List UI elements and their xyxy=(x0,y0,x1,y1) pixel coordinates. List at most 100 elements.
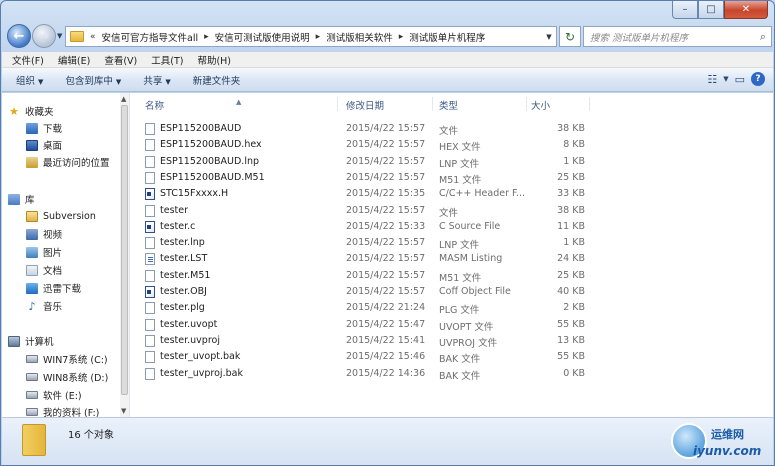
breadcrumb-item[interactable]: 安信可官方指导文件all xyxy=(98,30,203,44)
drive-icon xyxy=(26,355,38,363)
column-divider[interactable] xyxy=(432,97,433,111)
scroll-down-icon[interactable]: ▼ xyxy=(121,407,126,415)
chevron-down-icon: ▼ xyxy=(115,77,122,86)
column-name[interactable]: 名称 xyxy=(145,98,164,112)
file-row[interactable]: tester_uvopt.bak 2015/4/22 15:46 BAK 文件 55 … xyxy=(131,349,773,365)
file-row[interactable]: tester.c 2015/4/22 15:33 C Source File 11 K… xyxy=(131,219,773,235)
file-type: LNP 文件 xyxy=(439,240,480,252)
nav-libraries[interactable]: 库 xyxy=(8,191,35,207)
file-row[interactable]: tester.plg 2015/4/22 21:24 PLG 文件 2 KB xyxy=(131,300,773,316)
column-date[interactable]: 修改日期 xyxy=(346,98,384,112)
file-icon xyxy=(145,139,155,152)
help-icon[interactable]: ? xyxy=(751,72,765,86)
file-row[interactable]: tester.OBJ 2015/4/22 15:57 Coff Object Fil… xyxy=(131,284,773,300)
arrow-right-icon: → xyxy=(38,28,50,44)
breadcrumb-item[interactable]: 安信可测试版使用说明 xyxy=(211,30,314,44)
nav-recent[interactable]: 最近访问的位置 xyxy=(26,154,110,170)
nav-scrollbar[interactable]: ▲ ▼ xyxy=(120,93,129,417)
file-icon xyxy=(145,286,155,298)
menu-tools[interactable]: 工具(T) xyxy=(151,53,183,67)
column-size[interactable]: 大小 xyxy=(531,98,550,112)
chevron-down-icon: ▼ xyxy=(38,77,44,86)
library-icon xyxy=(8,193,20,205)
breadcrumb-item[interactable]: 测试版相关软件 xyxy=(322,30,397,44)
column-divider[interactable] xyxy=(526,97,527,111)
nav-label: 计算机 xyxy=(25,337,54,348)
close-button[interactable]: ✕ xyxy=(724,1,768,19)
refresh-icon: ↻ xyxy=(564,29,576,44)
nav-label: 下载 xyxy=(43,124,63,135)
search-input[interactable]: 搜索 测试版单片机程序 ⌕ xyxy=(583,26,772,47)
file-row[interactable]: tester.lnp 2015/4/22 15:57 LNP 文件 1 KB xyxy=(131,235,773,251)
file-size: 40 KB xyxy=(557,286,585,297)
include-in-library-button[interactable]: 包含到库中 ▼ xyxy=(65,73,121,87)
breadcrumb-separator[interactable]: ▸ xyxy=(202,32,211,42)
file-row[interactable]: STC15Fxxxx.H 2015/4/22 15:35 C/C++ Header … xyxy=(131,186,773,202)
maximize-button[interactable]: □ xyxy=(698,1,724,19)
breadcrumb-separator[interactable]: ▸ xyxy=(397,32,406,42)
address-dropdown-icon[interactable]: ▼ xyxy=(542,33,556,41)
nav-music[interactable]: ♪ 音乐 xyxy=(26,298,62,314)
file-date: 2015/4/22 15:57 xyxy=(346,253,426,265)
file-row[interactable]: tester.uvopt 2015/4/22 15:47 UVOPT 文件 55 KB xyxy=(131,317,773,333)
nav-desktop[interactable]: 桌面 xyxy=(26,137,62,153)
recent-pages-dropdown[interactable]: ▼ xyxy=(57,32,62,40)
file-icon xyxy=(145,123,155,135)
watermark-text: 运维网 xyxy=(711,428,744,441)
file-row[interactable]: tester.M51 2015/4/22 15:57 M51 文件 25 KB xyxy=(131,268,773,284)
refresh-button[interactable]: ↻ xyxy=(559,26,581,47)
menu-bar: 文件(F) 编辑(E) 查看(V) 工具(T) 帮助(H) xyxy=(2,52,773,68)
file-row[interactable]: ESP115200BAUD.hex 2015/4/22 15:57 HEX 文件 8 … xyxy=(131,137,773,153)
view-options-icon[interactable]: ☷ xyxy=(707,73,717,86)
minimize-button[interactable]: – xyxy=(672,1,698,19)
file-row[interactable]: tester.uvproj 2015/4/22 15:41 UVPROJ 文件 13 … xyxy=(131,333,773,349)
file-row[interactable]: ESP115200BAUD.lnp 2015/4/22 15:57 LNP 文件 1 … xyxy=(131,154,773,170)
nav-drive-e[interactable]: 软件 (E:) xyxy=(26,387,82,403)
nav-computer[interactable]: 计算机 xyxy=(8,333,54,349)
file-type: 文件 xyxy=(439,126,459,137)
scroll-up-icon[interactable]: ▲ xyxy=(121,95,126,103)
file-row[interactable]: ESP115200BAUD.M51 2015/4/22 15:57 M51 文件 25… xyxy=(131,170,773,186)
breadcrumb-separator[interactable]: ▸ xyxy=(314,32,323,42)
file-size: 13 KB xyxy=(557,334,585,346)
scrollbar-thumb[interactable] xyxy=(121,105,128,395)
file-date: 2015/4/22 15:57 xyxy=(346,139,426,151)
nav-thunder-downloads[interactable]: 迅雷下载 xyxy=(26,280,81,296)
chevron-down-icon[interactable]: ▼ xyxy=(723,75,728,83)
menu-help[interactable]: 帮助(H) xyxy=(197,53,231,67)
nav-subversion[interactable]: Subversion xyxy=(26,208,96,224)
search-icon[interactable]: ⌕ xyxy=(760,30,766,44)
organize-button[interactable]: 组织 ▼ xyxy=(16,73,43,87)
column-divider[interactable] xyxy=(589,97,590,111)
menu-edit[interactable]: 编辑(E) xyxy=(58,53,90,67)
breadcrumb-overflow[interactable]: « xyxy=(88,32,98,42)
file-row[interactable]: tester_uvproj.bak 2015/4/22 14:36 BAK 文件 0 … xyxy=(131,366,773,382)
nav-documents[interactable]: 文档 xyxy=(26,262,62,278)
column-type[interactable]: 类型 xyxy=(439,98,458,112)
file-row[interactable]: ESP115200BAUD 2015/4/22 15:57 文件 38 KB xyxy=(131,121,773,137)
file-name: STC15Fxxxx.H xyxy=(160,188,229,200)
file-row[interactable]: tester 2015/4/22 15:57 文件 38 KB xyxy=(131,203,773,219)
preview-pane-icon[interactable]: ▭ xyxy=(735,73,745,86)
nav-drive-d[interactable]: WIN8系统 (D:) xyxy=(26,369,108,385)
address-bar[interactable]: « 安信可官方指导文件all ▸ 安信可测试版使用说明 ▸ 测试版相关软件 ▸ … xyxy=(65,26,557,47)
column-divider[interactable] xyxy=(337,97,338,111)
nav-drive-c[interactable]: WIN7系统 (C:) xyxy=(26,351,108,367)
menu-file[interactable]: 文件(F) xyxy=(12,53,44,67)
nav-label: 软件 (E:) xyxy=(43,391,82,402)
file-icon xyxy=(145,269,155,282)
nav-favorites[interactable]: ★ 收藏夹 xyxy=(8,103,53,119)
nav-videos[interactable]: 视频 xyxy=(26,226,62,242)
back-button[interactable]: ← xyxy=(7,24,31,48)
nav-downloads[interactable]: 下载 xyxy=(26,120,62,136)
file-row[interactable]: tester.LST 2015/4/22 15:57 MASM Listing 24 … xyxy=(131,251,773,267)
nav-pictures[interactable]: 图片 xyxy=(26,244,62,260)
new-folder-button[interactable]: 新建文件夹 xyxy=(193,73,241,87)
forward-button[interactable]: → xyxy=(32,24,56,48)
share-button[interactable]: 共享 ▼ xyxy=(143,73,170,87)
breadcrumb-item[interactable]: 测试版单片机程序 xyxy=(405,30,489,44)
file-date: 2015/4/22 15:35 xyxy=(346,188,426,200)
file-date: 2015/4/22 15:41 xyxy=(346,334,426,346)
menu-view[interactable]: 查看(V) xyxy=(104,53,137,67)
file-type: UVOPT 文件 xyxy=(439,321,494,333)
